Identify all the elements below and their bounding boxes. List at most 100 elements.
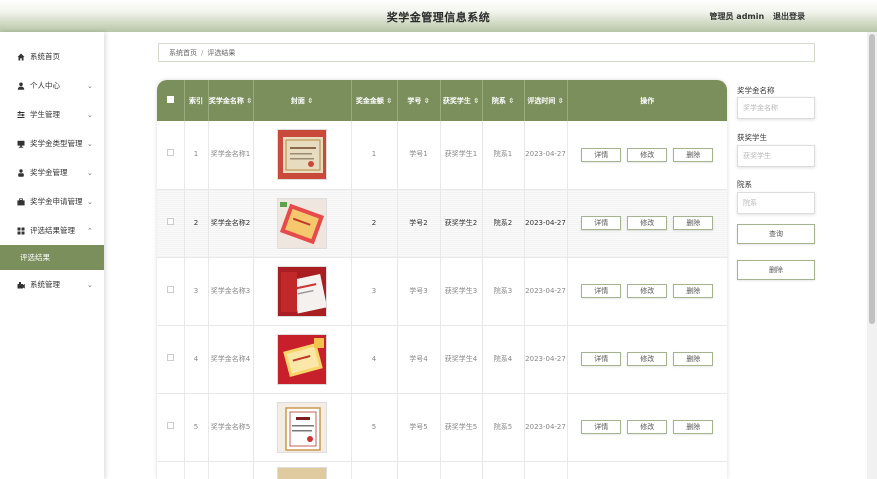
sidebar-item-results-management[interactable]: 评选结果管理 ⌃ <box>0 216 104 245</box>
name-search-input[interactable]: 奖学金名称 <box>737 97 815 119</box>
sidebar-item-scholarship-types[interactable]: 奖学金类型管理 ⌄ <box>0 129 104 158</box>
briefcase-icon <box>16 197 25 206</box>
cell-student: 获奖学生2 <box>440 189 483 258</box>
cell-name: 奖学金名称5 <box>208 393 254 462</box>
batch-delete-button[interactable]: 删除 <box>737 260 815 280</box>
cover-image <box>277 129 327 181</box>
row-checkbox[interactable] <box>166 285 174 293</box>
detail-button[interactable]: 详情 <box>581 284 622 298</box>
table-row: 5 奖学金名称5 5 学号5 获奖学生5 院系5 2023-04-27 详情 修改… <box>157 393 727 462</box>
cell-amount: 3 <box>351 257 398 326</box>
select-all-checkbox[interactable] <box>166 95 174 103</box>
sidebar-item-label: 评选结果 <box>20 253 50 262</box>
sidebar-item-system[interactable]: 系统管理 ⌄ <box>0 270 104 299</box>
sidebar-item-scholarships[interactable]: 奖学金管理 ⌄ <box>0 158 104 187</box>
cell-date: 2023-04-27 <box>524 257 568 326</box>
cell-student-no: 学号3 <box>397 257 441 326</box>
dept-search-input[interactable]: 院系 <box>737 192 815 214</box>
column-header-student-no[interactable]: 学号 ⇳ <box>397 80 441 121</box>
column-header-dept[interactable]: 院系 ⇳ <box>482 80 525 121</box>
page-scrollbar[interactable] <box>867 32 877 479</box>
cell-date: 2023-04-27 <box>524 121 568 190</box>
row-checkbox[interactable] <box>166 217 174 225</box>
filter-label-name: 奖学金名称 <box>737 86 775 95</box>
column-header-amount[interactable]: 奖金金额 ⇳ <box>351 80 398 121</box>
breadcrumb-home[interactable]: 系统首页 <box>169 48 197 58</box>
sidebar-item-label: 奖学金申请管理 <box>30 197 83 206</box>
cell-actions: 详情 修改 删除 <box>567 257 727 326</box>
student-search-input[interactable]: 获奖学生 <box>737 145 815 167</box>
cell-amount: 2 <box>351 189 398 258</box>
delete-button[interactable]: 删除 <box>673 216 714 230</box>
delete-button[interactable]: 删除 <box>673 147 714 162</box>
edit-button[interactable]: 修改 <box>627 216 668 230</box>
delete-button[interactable]: 删除 <box>673 284 714 298</box>
table-row: 2 奖学金名称2 2 学号2 获奖学生2 院系2 2023-04-27 详情 修改… <box>157 189 727 258</box>
row-checkbox[interactable] <box>166 353 174 361</box>
edit-button[interactable]: 修改 <box>627 284 668 298</box>
search-button[interactable]: 查询 <box>737 224 815 244</box>
select-all-header[interactable] <box>157 80 185 121</box>
sliders-icon <box>16 110 25 119</box>
sidebar-item-profile[interactable]: 个人中心 ⌄ <box>0 71 104 100</box>
cell-student: 获奖学生1 <box>440 121 483 190</box>
cell-actions: 详情 修改 删除 <box>567 189 727 258</box>
home-icon <box>16 52 25 61</box>
results-table-container: 索引 奖学金名称 ⇳ 封面 ⇳ 奖金金额 ⇳ 学号 ⇳ 获奖学生 ⇳ 院系 ⇳ … <box>157 80 727 479</box>
cell-date: 2023-04-27 <box>524 393 568 462</box>
cell-name: 奖学金名称4 <box>208 325 254 394</box>
cell-student-no: 学号2 <box>397 189 441 258</box>
grid-icon <box>16 226 25 235</box>
column-header-cover[interactable]: 封面 ⇳ <box>253 80 352 121</box>
sidebar-item-results[interactable]: 评选结果 <box>0 245 104 270</box>
detail-button[interactable]: 详情 <box>581 147 622 162</box>
sidebar-item-applications[interactable]: 奖学金申请管理 ⌄ <box>0 187 104 216</box>
cell-actions: 详情 修改 删除 <box>567 325 727 394</box>
column-header-name[interactable]: 奖学金名称 ⇳ <box>208 80 254 121</box>
breadcrumb-current: 评选结果 <box>207 48 236 57</box>
edit-button[interactable]: 修改 <box>627 147 668 162</box>
edit-button[interactable]: 修改 <box>627 420 668 434</box>
chevron-down-icon: ⌄ <box>87 81 93 90</box>
sidebar-item-label: 个人中心 <box>30 81 60 90</box>
edit-button[interactable]: 修改 <box>627 352 668 366</box>
scrollbar-thumb[interactable] <box>869 34 875 324</box>
chevron-down-icon: ⌄ <box>87 168 93 177</box>
table-row: 4 奖学金名称4 4 学号4 获奖学生4 院系4 2023-04-27 详情 修改… <box>157 325 727 394</box>
cell-student-no: 学号4 <box>397 325 441 394</box>
cell-student: 获奖学生3 <box>440 257 483 326</box>
sidebar-item-label: 系统管理 <box>30 280 60 289</box>
gear-icon <box>16 280 25 289</box>
cell-date: 2023-04-27 <box>524 189 568 258</box>
sidebar-item-students[interactable]: 学生管理 ⌄ <box>0 100 104 129</box>
chevron-down-icon: ⌄ <box>87 110 93 119</box>
cell-student: 获奖学生4 <box>440 325 483 394</box>
sidebar-item-label: 奖学金类型管理 <box>30 139 83 148</box>
sidebar-item-label: 评选结果管理 <box>30 226 75 235</box>
cell-date: 2023-04-27 <box>524 325 568 394</box>
column-header-student[interactable]: 获奖学生 ⇳ <box>440 80 483 121</box>
delete-button[interactable]: 删除 <box>673 352 714 366</box>
cell-dept: 院系4 <box>482 325 525 394</box>
cell-amount: 1 <box>351 121 398 190</box>
delete-button[interactable]: 删除 <box>673 420 714 434</box>
cell-index: 5 <box>184 393 209 462</box>
logout-link[interactable]: 退出登录 <box>773 12 805 21</box>
column-header-actions: 操作 <box>640 96 655 105</box>
cover-image <box>277 197 327 249</box>
person-icon <box>16 168 25 177</box>
detail-button[interactable]: 详情 <box>581 420 622 434</box>
column-header-date[interactable]: 评选时间 ⇳ <box>524 80 568 121</box>
top-header: 奖学金管理信息系统 管理员 admin 退出登录 <box>0 0 877 32</box>
table-row: 1 奖学金名称1 1 学号1 获奖学生1 院系1 2023-04-27 详情 修改… <box>157 121 727 190</box>
row-checkbox[interactable] <box>166 149 174 157</box>
row-checkbox[interactable] <box>166 421 174 429</box>
sidebar-item-label: 奖学金管理 <box>30 168 68 177</box>
chevron-down-icon: ⌄ <box>87 197 93 206</box>
detail-button[interactable]: 详情 <box>581 216 622 230</box>
cover-image <box>277 401 327 453</box>
sidebar-item-home[interactable]: 系统首页 <box>0 42 104 71</box>
cell-student-no: 学号1 <box>397 121 441 190</box>
monitor-icon <box>16 139 25 148</box>
detail-button[interactable]: 详情 <box>581 352 622 366</box>
